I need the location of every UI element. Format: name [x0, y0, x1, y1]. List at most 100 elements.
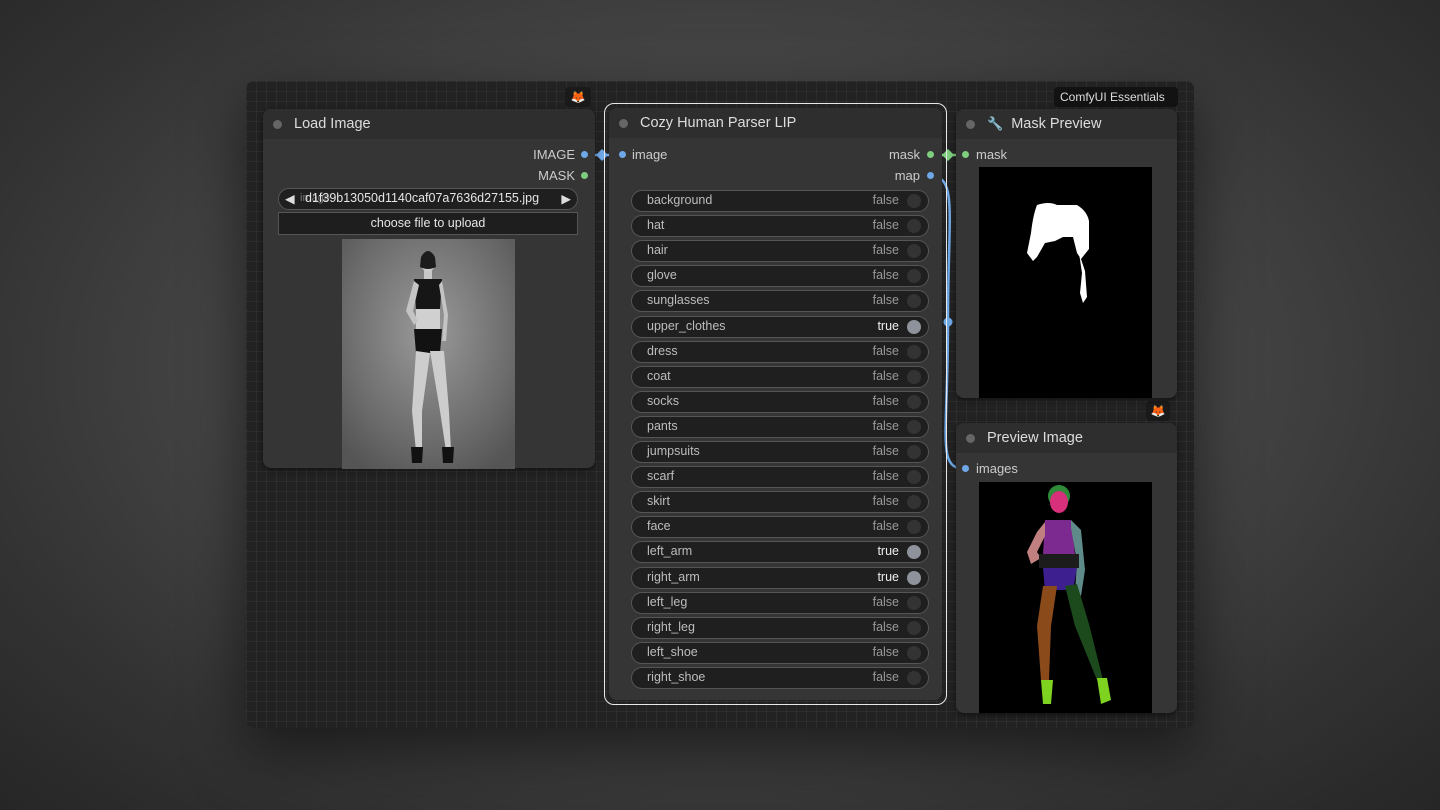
preview-image-node[interactable]: Preview Image images: [956, 423, 1177, 713]
toggle-label: pants: [647, 418, 678, 433]
toggle-label: sunglasses: [647, 293, 710, 308]
mask-preview-node[interactable]: 🔧 Mask Preview mask: [956, 109, 1177, 398]
output-mask[interactable]: mask: [889, 147, 920, 163]
collapse-dot[interactable]: [619, 118, 628, 128]
node-header[interactable]: Load Image: [263, 109, 595, 139]
input-image-pin[interactable]: [619, 151, 626, 158]
toggle-value: false: [872, 343, 899, 358]
toggle-hair[interactable]: hair false: [631, 240, 929, 263]
toggle-label: background: [647, 193, 713, 207]
toggle-knob[interactable]: [907, 445, 921, 459]
toggle-knob[interactable]: [907, 319, 921, 334]
toggle-knob[interactable]: [907, 495, 921, 510]
node-header[interactable]: Preview Image: [956, 423, 1177, 453]
toggle-left-arm[interactable]: left_arm true: [631, 541, 929, 564]
toggle-knob[interactable]: [907, 470, 921, 485]
toggle-jumpsuits[interactable]: jumpsuits false: [631, 441, 929, 463]
toggle-knob[interactable]: [907, 419, 921, 434]
toggle-value: false: [872, 494, 899, 509]
toggle-pants[interactable]: pants false: [631, 415, 929, 438]
toggle-glove[interactable]: glove false: [631, 265, 929, 288]
filename-combo[interactable]: ◀ image d1f39b13050d1140caf07a7636d27155…: [278, 188, 578, 210]
toggle-upper-clothes[interactable]: upper_clothes true: [631, 315, 929, 338]
input-image[interactable]: image: [632, 147, 667, 163]
load-image-node[interactable]: Load Image IMAGE MASK ◀ image d1f39b1305…: [263, 109, 595, 469]
toggle-value: true: [877, 569, 899, 584]
toggle-label: dress: [647, 343, 678, 358]
toggle-value: false: [872, 418, 899, 433]
toggle-skirt[interactable]: skirt false: [631, 491, 929, 514]
toggle-right-shoe[interactable]: right_shoe false: [631, 666, 929, 689]
toggle-knob[interactable]: [907, 219, 921, 234]
toggle-knob[interactable]: [907, 670, 921, 685]
toggle-socks[interactable]: socks false: [631, 390, 929, 413]
output-map-pin[interactable]: [927, 172, 934, 179]
toggle-label: face: [647, 519, 671, 534]
toggle-dress[interactable]: dress false: [631, 340, 929, 363]
toggle-face[interactable]: face false: [631, 516, 929, 539]
wrench-icon: 🔧: [987, 116, 1004, 131]
collapse-dot[interactable]: [966, 433, 975, 443]
output-mask[interactable]: MASK: [538, 168, 575, 184]
toggle-label: right_arm: [647, 569, 700, 584]
toggle-knob[interactable]: [907, 269, 921, 284]
toggle-sunglasses[interactable]: sunglasses false: [631, 290, 929, 313]
mask-preview-image: [979, 167, 1152, 398]
toggle-label: scarf: [647, 469, 675, 484]
toggle-knob[interactable]: [907, 394, 921, 409]
node-header[interactable]: Cozy Human Parser LIP: [609, 108, 942, 138]
toggle-value: false: [872, 519, 899, 534]
toggle-right-leg[interactable]: right_leg false: [631, 616, 929, 639]
toggle-knob[interactable]: [907, 620, 921, 635]
toggle-knob[interactable]: [907, 294, 921, 309]
toggle-label: right_leg: [647, 619, 695, 634]
human-parser-node[interactable]: Cozy Human Parser LIP image mask map bac…: [604, 103, 947, 705]
input-images[interactable]: images: [976, 461, 1018, 477]
input-label: image: [632, 147, 668, 162]
toggle-knob[interactable]: [907, 570, 921, 585]
toggle-value: false: [872, 594, 899, 609]
toggle-label: skirt: [647, 494, 670, 509]
fox-badge-load-image: 🦊: [565, 87, 591, 107]
toggle-scarf[interactable]: scarf false: [631, 466, 929, 489]
combo-right-arrow[interactable]: ▶: [561, 191, 571, 206]
output-mask-pin[interactable]: [927, 151, 934, 158]
output-image-pin[interactable]: [581, 151, 588, 158]
toggle-knob[interactable]: [907, 545, 921, 560]
toggle-label: right_shoe: [647, 669, 706, 684]
toggle-label: hat: [647, 218, 665, 233]
node-header[interactable]: 🔧 Mask Preview: [956, 109, 1177, 139]
upload-button[interactable]: choose file to upload: [278, 212, 578, 235]
toggle-knob[interactable]: [907, 194, 921, 208]
toggle-knob[interactable]: [907, 244, 921, 259]
collapse-dot[interactable]: [273, 119, 282, 129]
collapse-dot[interactable]: [966, 119, 975, 129]
output-label: MASK: [538, 168, 575, 183]
toggle-hat[interactable]: hat false: [631, 215, 929, 238]
node-canvas[interactable]: 🦊 ComfyUI Essentials 🦊 Load Image IMAGE …: [246, 81, 1194, 728]
toggle-background[interactable]: background false: [631, 190, 929, 212]
toggle-value: false: [872, 469, 899, 484]
toggle-left-shoe[interactable]: left_shoe false: [631, 641, 929, 664]
input-mask[interactable]: mask: [976, 147, 1007, 163]
output-map[interactable]: map: [895, 168, 920, 184]
essentials-badge: ComfyUI Essentials: [1054, 87, 1178, 107]
toggle-right-arm[interactable]: right_arm true: [631, 566, 929, 589]
toggle-knob[interactable]: [907, 520, 921, 535]
toggle-left-leg[interactable]: left_leg false: [631, 591, 929, 614]
toggle-knob[interactable]: [907, 344, 921, 359]
toggle-knob[interactable]: [907, 595, 921, 610]
output-label: mask: [888, 147, 920, 162]
toggle-knob[interactable]: [907, 369, 921, 384]
input-images-pin[interactable]: [962, 465, 969, 472]
toggle-value: true: [877, 318, 899, 333]
combo-left-arrow[interactable]: ◀: [285, 191, 295, 206]
toggle-value: false: [872, 393, 899, 408]
toggle-knob[interactable]: [907, 645, 921, 660]
toggle-coat[interactable]: coat false: [631, 365, 929, 388]
input-mask-pin[interactable]: [962, 151, 969, 158]
toggle-value: false: [872, 268, 899, 283]
toggle-value: false: [872, 444, 899, 458]
output-image[interactable]: IMAGE: [533, 147, 575, 163]
output-mask-pin[interactable]: [581, 172, 588, 179]
